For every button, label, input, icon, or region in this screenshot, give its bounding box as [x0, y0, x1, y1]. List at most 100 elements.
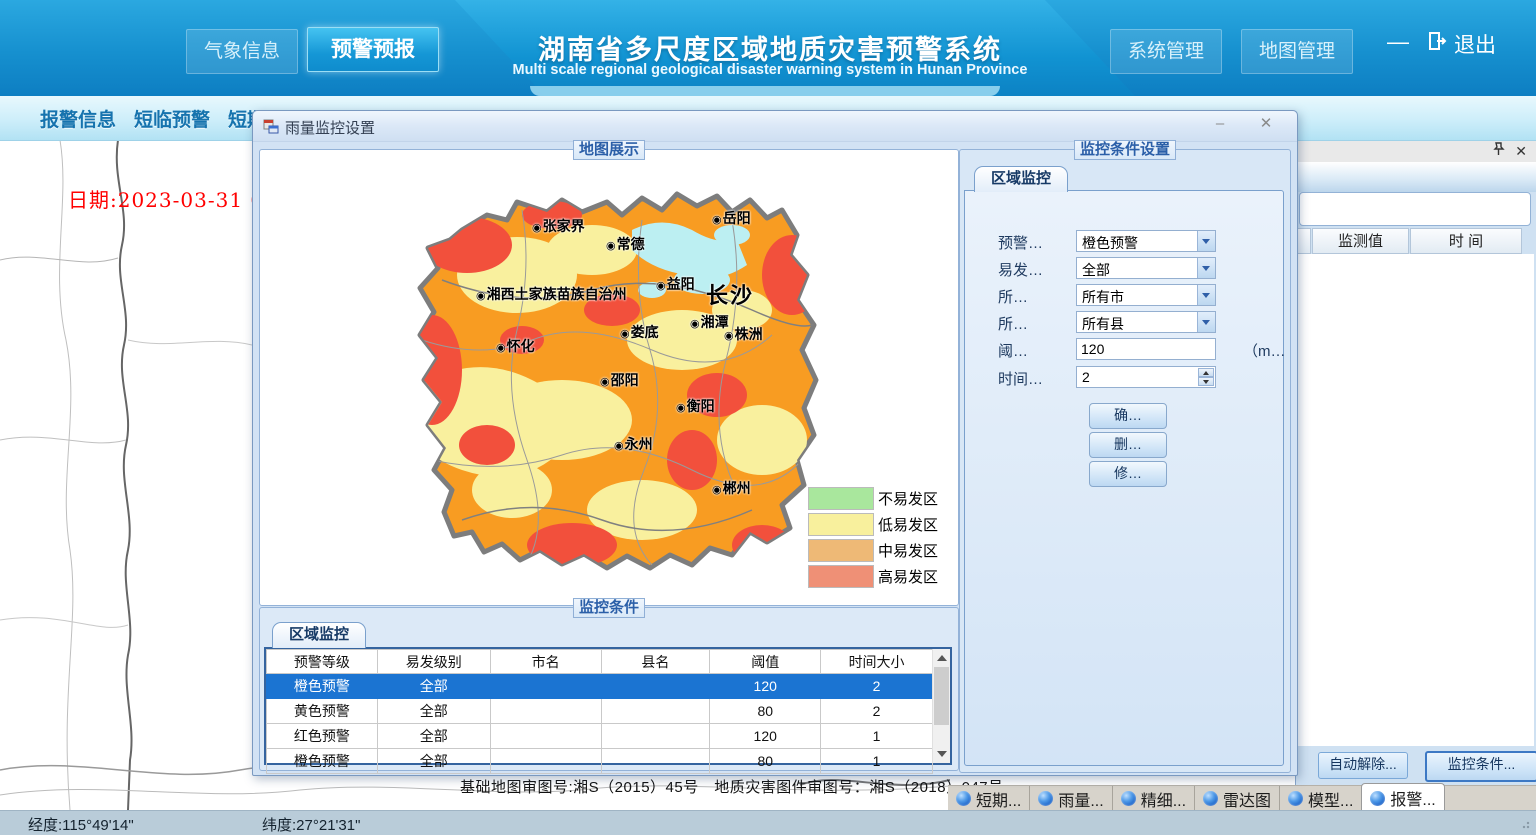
table-row[interactable]: 橙色预警全部 1202 [267, 674, 933, 699]
dock-toolbar-box [1299, 192, 1531, 226]
dock-col-stub [1296, 228, 1311, 254]
dialog-titlebar[interactable]: 雨量监控设置 – ✕ [253, 111, 1297, 142]
warning-level-label: 预警… [998, 232, 1043, 253]
table-row[interactable]: 黄色预警全部 802 [267, 699, 933, 724]
table-header-row: 预警等级 易发级别 市名 县名 阈值 时间大小 [267, 650, 933, 674]
table-row[interactable]: 橙色预警全部 801 [267, 749, 933, 774]
nav-map-management[interactable]: 地图管理 [1241, 29, 1353, 74]
city-select[interactable]: 所有市 [1076, 284, 1216, 306]
city-marker-icon: ◉ [656, 280, 666, 292]
map-city-xiangtan: ◉湘潭 [690, 312, 729, 332]
dock-panel-header: ✕ [1296, 140, 1536, 162]
city-marker-icon: ◉ [712, 484, 722, 496]
task-tab-fine[interactable]: 精细... [1112, 786, 1194, 811]
chevron-down-icon[interactable] [1197, 231, 1215, 251]
nav-weather-info[interactable]: 气象信息 [186, 29, 298, 74]
time-spinner[interactable]: 2 [1076, 366, 1216, 388]
monitor-settings-group: 监控条件设置 区域监控 预警… 橙色预警 易发… 全部 所… 所有市 所… 所有… [959, 149, 1291, 773]
dock-col-monitor-value[interactable]: 监测值 [1312, 228, 1409, 254]
tab-region-monitor-settings[interactable]: 区域监控 [974, 166, 1068, 192]
globe-icon [1038, 791, 1053, 806]
task-tab-alarm[interactable]: 报警... [1361, 783, 1444, 812]
dock-close-icon[interactable]: ✕ [1515, 140, 1527, 162]
map-display-group: 地图展示 [259, 149, 959, 606]
city-marker-icon: ◉ [614, 440, 624, 452]
threshold-unit-label: （m… [1243, 340, 1286, 361]
chevron-down-icon[interactable] [1197, 312, 1215, 332]
exit-label: 退出 [1454, 29, 1496, 59]
city-marker-icon: ◉ [724, 330, 734, 342]
app-subtitle: Multi scale regional geological disaster… [470, 62, 1070, 78]
task-tab-rainfall[interactable]: 雨量... [1029, 786, 1111, 811]
map-city-changde: ◉常德 [606, 234, 645, 254]
modify-button[interactable]: 修… [1089, 461, 1167, 487]
legend-swatch-medium [808, 539, 874, 562]
settings-group-label: 监控条件设置 [1074, 140, 1176, 160]
nav-system-management[interactable]: 系统管理 [1110, 29, 1222, 74]
globe-icon [1121, 791, 1136, 806]
prone-level-label: 易发… [998, 259, 1043, 280]
threshold-input[interactable] [1076, 338, 1216, 360]
city-label: 所… [998, 286, 1028, 307]
delete-button[interactable]: 删… [1089, 432, 1167, 458]
scroll-down-icon[interactable] [937, 751, 947, 757]
map-city-shaoyang: ◉邵阳 [600, 370, 639, 390]
table-scrollbar[interactable] [932, 649, 950, 763]
map-city-hengyang: ◉衡阳 [676, 396, 715, 416]
globe-icon [956, 791, 971, 806]
subnav-alarm-info[interactable]: 报警信息 [40, 105, 116, 132]
city-marker-icon: ◉ [620, 328, 630, 340]
table-row[interactable]: 红色预警全部 1201 [267, 724, 933, 749]
time-label: 时间… [998, 368, 1043, 389]
task-tab-model[interactable]: 模型... [1279, 786, 1361, 811]
dialog-close-button[interactable]: ✕ [1251, 113, 1281, 135]
map-city-changsha: 长沙 [706, 278, 754, 310]
spin-up-icon[interactable] [1198, 368, 1214, 377]
window-minimize-button[interactable]: — [1384, 32, 1412, 56]
city-marker-icon: ◉ [712, 214, 722, 226]
pin-icon[interactable] [1493, 140, 1505, 162]
city-marker-icon: ◉ [600, 376, 610, 388]
legend-swatch-low [808, 513, 874, 536]
condition-group-label: 监控条件 [573, 598, 645, 618]
dialog-minimize-button[interactable]: – [1205, 113, 1235, 135]
chevron-down-icon[interactable] [1197, 285, 1215, 305]
prone-level-select[interactable]: 全部 [1076, 257, 1216, 279]
dock-col-time[interactable]: 时 间 [1410, 228, 1522, 254]
scroll-up-icon[interactable] [937, 655, 947, 661]
map-city-zhangjiajie: ◉张家界 [532, 216, 585, 236]
legend-swatch-high [808, 565, 874, 588]
map-city-huaihua: ◉怀化 [496, 336, 535, 356]
map-license-text: 基础地图审图号:湘S（2015）45号 地质灾害图件审图号：湘S（2018）04… [460, 776, 1004, 797]
latitude-readout: 纬度:27°21'31" [262, 814, 360, 835]
globe-icon [1370, 791, 1385, 806]
tab-region-monitor[interactable]: 区域监控 [272, 622, 366, 648]
monitor-condition-button[interactable]: 监控条件... [1425, 751, 1536, 782]
spin-down-icon[interactable] [1198, 377, 1214, 386]
confirm-button[interactable]: 确… [1089, 403, 1167, 429]
resize-grip[interactable] [1522, 819, 1532, 829]
map-city-yiyang: ◉益阳 [656, 274, 695, 294]
exit-button[interactable]: 退出 [1426, 28, 1496, 60]
chevron-down-icon[interactable] [1197, 258, 1215, 278]
map-city-zhuzhou: ◉株洲 [724, 324, 763, 344]
county-select[interactable]: 所有县 [1076, 311, 1216, 333]
dock-table-body [1298, 254, 1534, 746]
legend-swatch-low-none [808, 487, 874, 510]
header-decor-band [530, 86, 1000, 96]
globe-icon [1203, 791, 1218, 806]
dialog-title: 雨量监控设置 [285, 117, 375, 138]
map-city-yongzhou: ◉永州 [614, 434, 653, 454]
county-label: 所… [998, 313, 1028, 334]
task-tab-short-term[interactable]: 短期... [948, 786, 1029, 811]
settings-tab-page: 预警… 橙色预警 易发… 全部 所… 所有市 所… 所有县 阈… （m [964, 190, 1284, 766]
dock-panel-gradient-strip [1296, 162, 1536, 192]
subnav-nowcast-warning[interactable]: 短临预警 [134, 105, 210, 132]
task-tab-radar[interactable]: 雷达图 [1194, 786, 1279, 811]
alarm-dock-panel: ✕ 监测值 时 间 自动解除... 监控条件... [1295, 140, 1536, 810]
warning-level-select[interactable]: 橙色预警 [1076, 230, 1216, 252]
scroll-thumb[interactable] [934, 667, 949, 725]
auto-release-button[interactable]: 自动解除... [1318, 752, 1408, 779]
condition-table: 预警等级 易发级别 市名 县名 阈值 时间大小 橙色预警全部 1202 黄色预警… [264, 647, 952, 765]
nav-warning-forecast[interactable]: 预警预报 [307, 27, 439, 72]
